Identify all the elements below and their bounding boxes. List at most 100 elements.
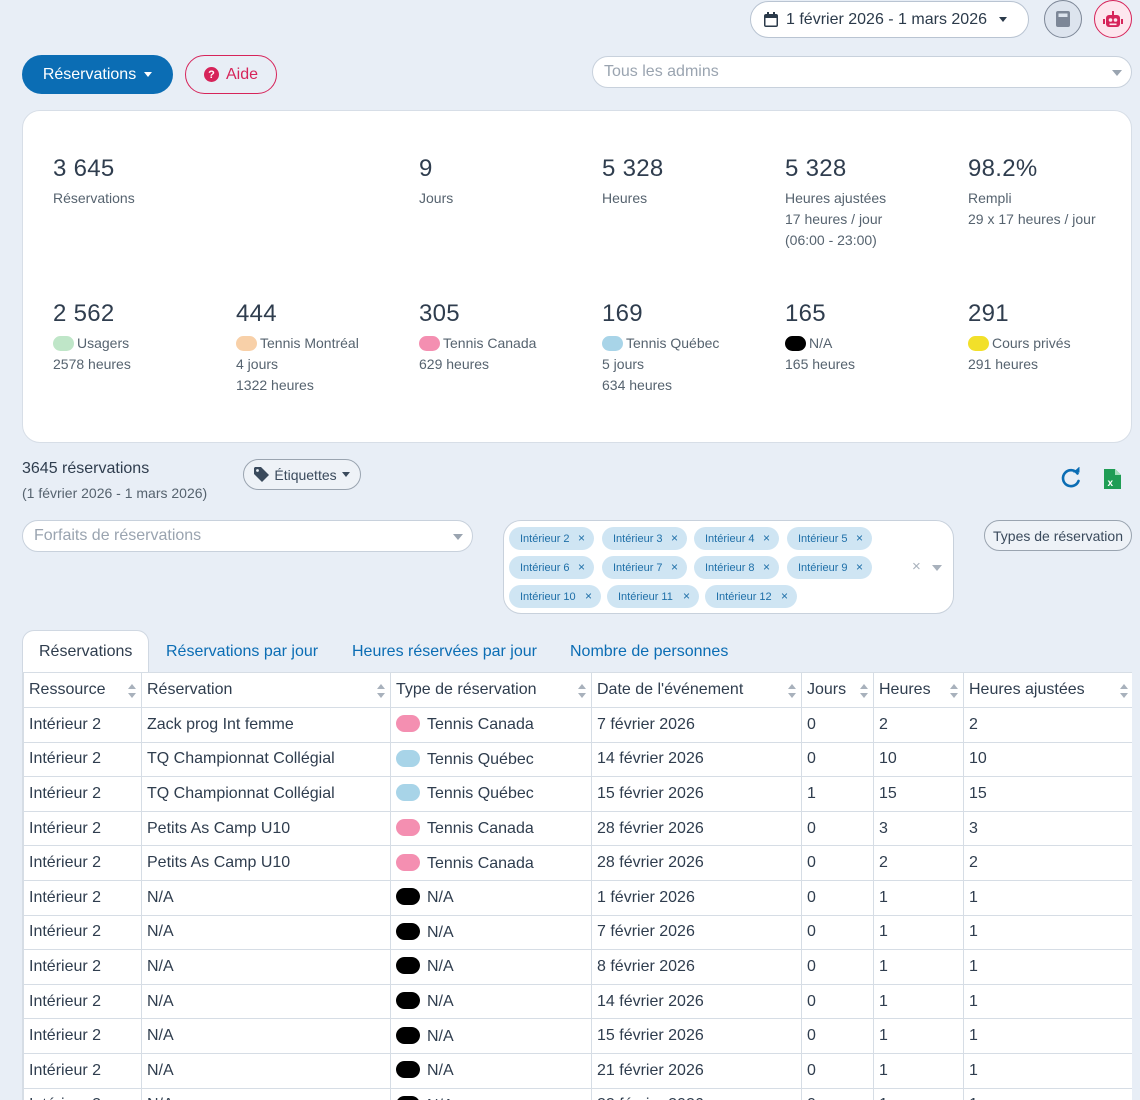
remove-icon[interactable]: × [585,589,592,603]
sort-icon[interactable] [1120,684,1128,698]
stat-value: 5 328 [785,155,847,182]
cell-resource: Intérieur 2 [23,845,142,881]
cell-type: N/A [390,983,592,1020]
tags-button[interactable]: Étiquettes [243,459,361,490]
resource-chip[interactable]: Intérieur 5 × [787,527,872,550]
resource-chip[interactable]: Intérieur 6 × [509,556,594,579]
column-header-type[interactable]: Type de réservation [390,672,592,708]
table-row[interactable]: Intérieur 2 N/A N/A 1 février 2026 0 1 1 [23,879,1132,916]
packages-select[interactable]: Forfaits de réservations [22,520,473,552]
table-row[interactable]: Intérieur 2 N/A N/A 8 février 2026 0 1 1 [23,949,1132,985]
table-row[interactable]: Intérieur 2 N/A N/A 21 février 2026 0 1 1 [23,1052,1132,1089]
cell-reservation: N/A [141,1052,391,1089]
stat-value: 98.2% [968,155,1038,182]
cell-hours: 1 [873,879,964,916]
table-row[interactable]: Intérieur 2 TQ Championnat Collégial Tenni… [23,741,1132,778]
remove-icon[interactable]: × [578,531,585,545]
stat-detail: 2578 heures [53,356,131,372]
cell-date: 8 février 2026 [591,949,802,985]
table-row[interactable]: Intérieur 2 Petits As Camp U10 Tennis Cana… [23,810,1132,847]
sort-icon[interactable] [788,684,796,698]
table-row[interactable]: Intérieur 2 Petits As Camp U10 Tennis Cana… [23,845,1132,881]
sort-icon[interactable] [950,684,958,698]
admins-placeholder: Tous les admins [604,63,719,80]
remove-icon[interactable]: × [683,589,690,603]
admins-select[interactable]: Tous les admins [592,56,1132,88]
stat-detail: 629 heures [419,356,490,372]
remove-icon[interactable]: × [671,531,678,545]
color-dot [236,336,257,351]
chevron-down-icon[interactable] [932,565,942,571]
resources-multiselect[interactable]: Intérieur 2 × Intérieur 3 × Intérieur 4 × I… [503,520,954,614]
stat-label: N/A [809,335,833,351]
resource-chip[interactable]: Intérieur 4 × [694,527,779,550]
column-header-reservation[interactable]: Réservation [141,672,391,708]
refresh-icon[interactable] [1060,467,1082,489]
stat-value: 169 [602,300,643,327]
stats-card: 3 645 Réservations 9 Jours 5 328 Heures … [22,110,1132,443]
resource-chip-label: Intérieur 8 [705,561,755,574]
resource-chip[interactable]: Intérieur 12 × [705,585,797,608]
column-header-days[interactable]: Jours [801,672,874,708]
sort-icon[interactable] [128,684,136,698]
resource-chip[interactable]: Intérieur 7 × [602,556,687,579]
cell-reservation: N/A [141,983,391,1020]
sort-icon[interactable] [860,684,868,698]
reservation-types-button[interactable]: Types de réservation [984,520,1132,551]
tab-reservations-per-day[interactable]: Réservations par jour [150,630,334,673]
cell-type: N/A [390,1052,592,1089]
stat-detail: 29 x 17 heures / jour [968,211,1096,227]
column-header-hours[interactable]: Heures [873,672,964,708]
stat-reservations: 3 645 Réservations [53,154,135,209]
date-range-picker[interactable]: 1 février 2026 - 1 mars 2026 [750,1,1029,38]
stat-filled: 98.2% Rempli 29 x 17 heures / jour [968,154,1096,230]
cell-adjusted-hours: 1 [963,1052,1132,1089]
remove-icon[interactable]: × [856,560,863,574]
calculator-button[interactable] [1044,0,1082,38]
excel-export-icon[interactable]: x [1104,469,1121,489]
type-label: N/A [427,923,454,941]
table-row[interactable]: Intérieur 2 Zack prog Int femme Tennis Can… [23,707,1132,743]
stat-label: Tennis Montréal [260,335,359,351]
remove-icon[interactable]: × [671,560,678,574]
cell-date: 1 février 2026 [591,879,802,916]
resource-chip[interactable]: Intérieur 9 × [787,556,872,579]
column-header-date[interactable]: Date de l'événement [591,672,802,708]
cell-resource: Intérieur 2 [23,707,142,743]
help-button[interactable]: ? Aide [185,55,277,94]
table-row[interactable]: Intérieur 2 N/A N/A 7 février 2026 0 1 1 [23,914,1132,951]
sort-icon[interactable] [377,684,385,698]
sort-icon[interactable] [578,684,586,698]
remove-icon[interactable]: × [763,531,770,545]
resource-chip[interactable]: Intérieur 10 × [509,585,601,608]
cell-type: Tennis Canada [390,707,592,743]
table-header-row: Ressource Réservation Type de réservatio… [23,672,1132,708]
cell-date: 15 février 2026 [591,776,802,812]
tab-reservations[interactable]: Réservations [22,630,149,673]
tab-number-of-people[interactable]: Nombre de personnes [554,630,744,673]
table-row[interactable]: Intérieur 2N/AN/A22 février 2026011 [23,1087,1132,1100]
column-header-resource[interactable]: Ressource [23,672,142,708]
table-row[interactable]: Intérieur 2 N/A N/A 14 février 2026 0 1 1 [23,983,1132,1020]
stat-value: 305 [419,300,460,327]
type-label: Tennis Québec [427,785,534,803]
resource-chip[interactable]: Intérieur 2 × [509,527,594,550]
stat-users: 2 562 Usagers 2578 heures [53,299,131,375]
cell-hours: 2 [873,845,964,881]
stat-label: Heures [602,190,648,206]
remove-icon[interactable]: × [781,589,788,603]
remove-icon[interactable]: × [763,560,770,574]
resource-chip[interactable]: Intérieur 11 × [607,585,699,608]
clear-icon[interactable]: × [912,558,921,575]
resource-chip[interactable]: Intérieur 8 × [694,556,779,579]
reservations-menu-button[interactable]: Réservations [22,55,173,94]
remove-icon[interactable]: × [856,531,863,545]
column-header-adjusted-hours[interactable]: Heures ajustées [963,672,1132,708]
assistant-button[interactable] [1094,0,1132,38]
cell-days: 0 [801,1087,874,1100]
remove-icon[interactable]: × [578,560,585,574]
tab-hours-per-day[interactable]: Heures réservées par jour [336,630,553,673]
resource-chip[interactable]: Intérieur 3 × [602,527,687,550]
table-row[interactable]: Intérieur 2 N/A N/A 15 février 2026 0 1 1 [23,1018,1132,1054]
table-row[interactable]: Intérieur 2 TQ Championnat Collégial Tenni… [23,776,1132,812]
